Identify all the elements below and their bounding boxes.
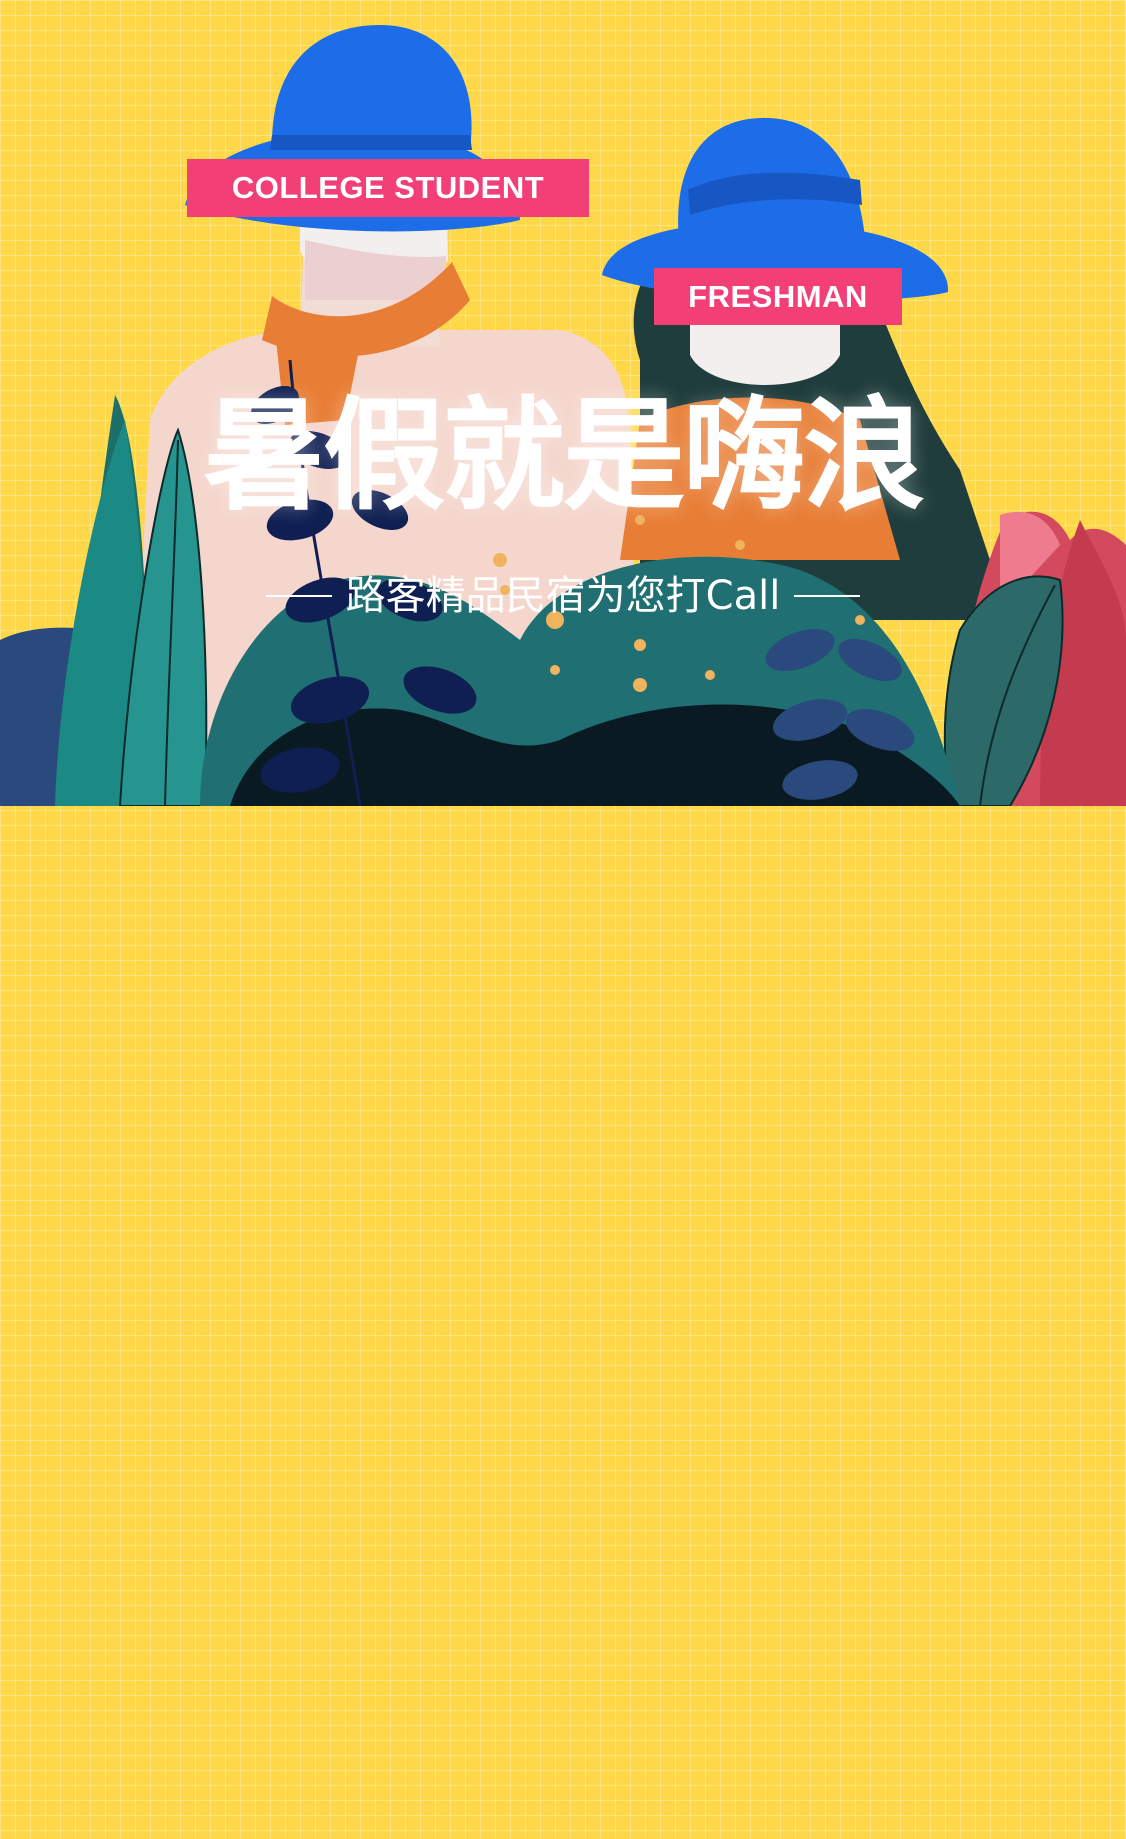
headline: 暑假就是嗨浪 xyxy=(203,385,925,527)
poster: COLLEGE STUDENT FRESHMAN 暑假就是嗨浪 路客精品民宿为您… xyxy=(0,0,1126,1839)
left-character-hat-shade xyxy=(270,135,472,150)
subline-right-rule xyxy=(794,595,861,597)
freshman-tag: FRESHMAN xyxy=(654,268,902,325)
subline-text: 路客精品民宿为您打Call xyxy=(345,573,781,619)
left-character-hat-crown xyxy=(271,25,472,150)
hero-illustration: COLLEGE STUDENT FRESHMAN 暑假就是嗨浪 路客精品民宿为您… xyxy=(0,0,1126,806)
subline-left-rule xyxy=(265,595,332,597)
college-student-tag: COLLEGE STUDENT xyxy=(187,159,589,217)
empty-grid-area xyxy=(0,806,1126,1839)
subline: 路客精品民宿为您打Call xyxy=(0,576,1126,616)
